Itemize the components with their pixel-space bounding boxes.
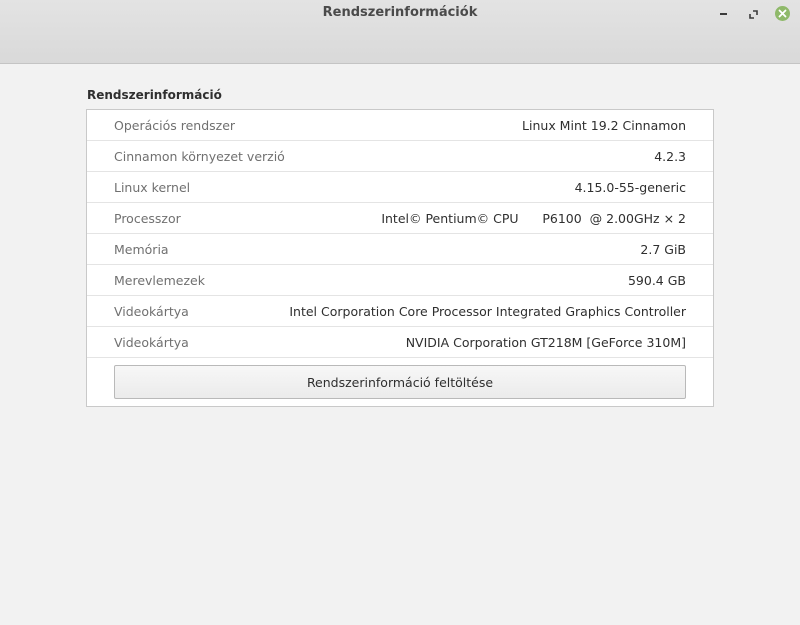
system-info-panel: Operációs rendszer Linux Mint 19.2 Cinna…: [86, 109, 714, 407]
info-row-kernel: Linux kernel 4.15.0-55-generic: [87, 172, 713, 203]
info-label: Videokártya: [114, 304, 189, 319]
info-value: Intel© Pentium© CPU P6100 @ 2.00GHz × 2: [381, 211, 686, 226]
maximize-button[interactable]: [744, 4, 762, 22]
info-value: Intel Corporation Core Processor Integra…: [289, 304, 686, 319]
upload-system-info-button[interactable]: Rendszerinformáció feltöltése: [114, 365, 686, 399]
info-value: NVIDIA Corporation GT218M [GeForce 310M]: [405, 335, 686, 350]
info-row-graphics-1: Videokártya Intel Corporation Core Proce…: [87, 296, 713, 327]
info-value: 4.2.3: [654, 149, 686, 164]
info-label: Memória: [114, 242, 169, 257]
info-label: Cinnamon környezet verzió: [114, 149, 285, 164]
info-row-os: Operációs rendszer Linux Mint 19.2 Cinna…: [87, 110, 713, 141]
info-label: Merevlemezek: [114, 273, 205, 288]
info-value: 590.4 GB: [627, 273, 686, 288]
info-label: Linux kernel: [114, 180, 191, 195]
info-row-cinnamon-version: Cinnamon környezet verzió 4.2.3: [87, 141, 713, 172]
system-info-window: Rendszerinformációk Rendszerinformáció O…: [0, 0, 800, 625]
titlebar[interactable]: Rendszerinformációk: [0, 0, 800, 64]
info-label: Videokártya: [114, 335, 189, 350]
info-value: 2.7 GiB: [640, 242, 686, 257]
info-row-graphics-2: Videokártya NVIDIA Corporation GT218M [G…: [87, 327, 713, 358]
info-label: Processzor: [114, 211, 181, 226]
section-title: Rendszerinformáció: [87, 88, 222, 102]
minimize-icon: [719, 11, 727, 15]
minimize-button[interactable]: [714, 4, 732, 22]
close-icon: [774, 5, 790, 21]
maximize-icon: [748, 4, 758, 23]
close-button[interactable]: [773, 4, 791, 22]
info-row-memory: Memória 2.7 GiB: [87, 234, 713, 265]
info-row-processor: Processzor Intel© Pentium© CPU P6100 @ 2…: [87, 203, 713, 234]
info-list: Operációs rendszer Linux Mint 19.2 Cinna…: [87, 110, 713, 358]
window-title: Rendszerinformációk: [322, 5, 478, 20]
info-value: 4.15.0-55-generic: [574, 180, 686, 195]
info-row-disks: Merevlemezek 590.4 GB: [87, 265, 713, 296]
info-value: Linux Mint 19.2 Cinnamon: [522, 118, 686, 133]
info-label: Operációs rendszer: [114, 118, 236, 133]
